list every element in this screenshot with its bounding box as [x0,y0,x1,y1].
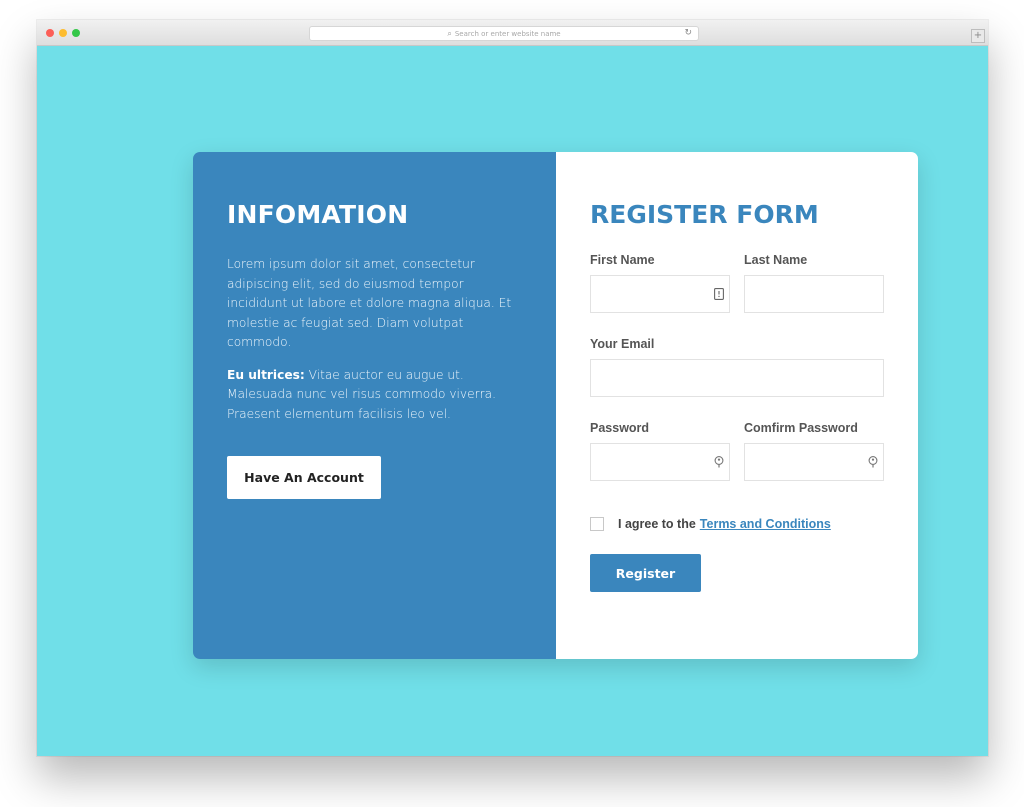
password-key-icon[interactable] [868,456,878,468]
register-form: REGISTER FORM First Name Last Name Your … [556,152,918,659]
password-input[interactable] [591,444,729,480]
password-group: Password [590,421,730,481]
address-bar[interactable]: ⌕ Search or enter website name ↻ [309,26,699,41]
email-input[interactable] [591,360,883,396]
first-name-box [590,275,730,313]
email-box [590,359,884,397]
have-account-button[interactable]: Have An Account [227,456,381,499]
last-name-label: Last Name [744,253,808,267]
first-name-input[interactable] [591,276,729,312]
agree-text: I agree to the [618,517,696,531]
form-title: REGISTER FORM [590,200,819,229]
register-card: INFOMATION Lorem ipsum dolor sit amet, c… [193,152,918,659]
password-box [590,443,730,481]
first-name-group: First Name [590,253,730,313]
maximize-window-icon[interactable] [72,29,80,37]
register-button[interactable]: Register [590,554,701,592]
confirm-password-label: Comfirm Password [744,421,858,435]
new-tab-icon[interactable]: + [971,29,985,43]
info-title: INFOMATION [227,200,409,229]
search-icon: ⌕ [447,28,452,38]
last-name-group: Last Name [744,253,884,313]
info-paragraph-lead: Eu ultrices: [227,367,305,382]
password-label: Password [590,421,650,435]
email-group: Your Email [590,337,884,397]
info-paragraph-secondary: Eu ultrices: Vitae auctor eu augue ut. M… [227,366,523,425]
info-paragraph: Lorem ipsum dolor sit amet, consectetur … [227,257,512,349]
terms-link[interactable]: Terms and Conditions [700,517,831,531]
first-name-label: First Name [590,253,655,267]
browser-window: ⌕ Search or enter website name ↻ + INFOM… [37,20,988,756]
autofill-card-icon[interactable] [714,288,724,300]
browser-titlebar: ⌕ Search or enter website name ↻ + [37,20,988,46]
info-panel: INFOMATION Lorem ipsum dolor sit amet, c… [193,152,556,659]
minimize-window-icon[interactable] [59,29,67,37]
email-label: Your Email [590,337,655,351]
confirm-password-input[interactable] [745,444,883,480]
reload-icon[interactable]: ↻ [684,28,692,38]
agree-checkbox[interactable] [590,517,604,531]
confirm-password-group: Comfirm Password [744,421,884,481]
last-name-input[interactable] [745,276,883,312]
last-name-box [744,275,884,313]
close-window-icon[interactable] [46,29,54,37]
terms-row: I agree to the Terms and Conditions [590,517,884,531]
address-placeholder: Search or enter website name [454,29,561,38]
password-key-icon[interactable] [714,456,724,468]
confirm-password-box [744,443,884,481]
